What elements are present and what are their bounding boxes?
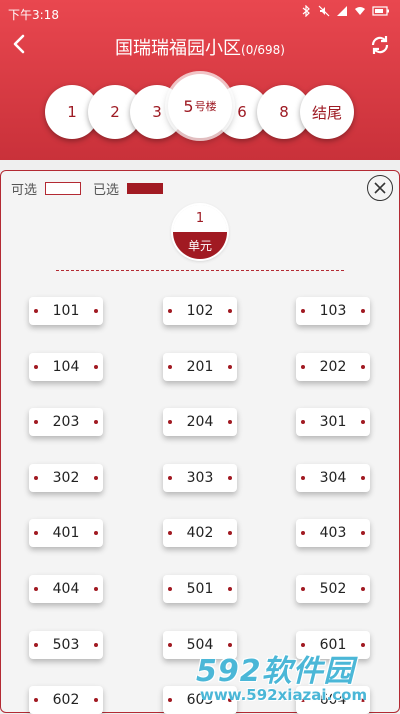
room-button[interactable]: 304 xyxy=(296,463,370,492)
room-button[interactable]: 403 xyxy=(296,519,370,548)
title-bar: 国瑞瑞福园小区(0/698) xyxy=(0,28,400,64)
room-button[interactable]: 603 xyxy=(163,686,237,714)
room-button[interactable]: 204 xyxy=(163,408,237,437)
active-building-number: 5 xyxy=(183,96,194,116)
close-icon xyxy=(374,182,386,194)
room-button[interactable]: 302 xyxy=(29,463,103,492)
page-title: 国瑞瑞福园小区(0/698) xyxy=(0,34,400,60)
community-name: 国瑞瑞福园小区 xyxy=(115,38,242,59)
status-icons xyxy=(300,5,390,17)
wifi-icon xyxy=(355,7,365,15)
legend-available-swatch xyxy=(45,182,82,195)
unit-selector[interactable]: 1 单元 xyxy=(173,205,227,259)
status-bar: 下午3:18 xyxy=(0,0,400,26)
signal-icon xyxy=(337,6,347,16)
room-button[interactable]: 503 xyxy=(29,630,103,659)
room-button[interactable]: 401 xyxy=(29,519,103,548)
header-bar: 下午3:18 国瑞瑞福园小区(0/698) 1 2 3 6 8 结尾 5 号楼 xyxy=(0,0,400,160)
mute-icon xyxy=(318,5,330,17)
room-button[interactable]: 502 xyxy=(296,575,370,603)
status-time: 下午3:18 xyxy=(8,8,59,22)
bluetooth-icon xyxy=(302,5,310,17)
legend: 可选 已选 xyxy=(11,179,164,198)
divider xyxy=(56,270,344,271)
legend-available-label: 可选 xyxy=(11,183,38,198)
room-button[interactable]: 202 xyxy=(296,352,370,381)
unit-number: 1 xyxy=(173,205,227,232)
close-button[interactable] xyxy=(367,175,393,201)
room-button[interactable]: 601 xyxy=(296,630,370,659)
room-button[interactable]: 301 xyxy=(296,408,370,437)
room-button[interactable]: 404 xyxy=(29,575,103,603)
room-button[interactable]: 604 xyxy=(296,686,370,714)
room-button[interactable]: 103 xyxy=(296,297,370,325)
building-5-active[interactable]: 5 号楼 xyxy=(168,74,232,138)
active-building-unit: 号楼 xyxy=(194,100,217,113)
battery-icon xyxy=(372,6,389,16)
room-button[interactable]: 102 xyxy=(163,297,237,325)
room-button[interactable]: 501 xyxy=(163,575,237,603)
unit-label: 单元 xyxy=(173,232,227,259)
legend-selected-label: 已选 xyxy=(93,183,120,198)
room-button[interactable]: 402 xyxy=(163,519,237,548)
room-button[interactable]: 203 xyxy=(29,408,103,437)
building-end[interactable]: 结尾 xyxy=(300,85,354,139)
selection-count: (0/698) xyxy=(241,43,285,57)
refresh-icon[interactable] xyxy=(368,33,392,57)
room-panel: 可选 已选 1 单元 101 102 103 104 201 202 203 204 301 30… xyxy=(0,170,400,714)
legend-selected-swatch xyxy=(127,183,164,194)
room-button[interactable]: 602 xyxy=(29,686,103,714)
room-button[interactable]: 201 xyxy=(163,352,237,381)
room-button[interactable]: 303 xyxy=(163,463,237,492)
room-button[interactable]: 101 xyxy=(29,297,103,325)
room-button[interactable]: 504 xyxy=(163,630,237,659)
room-button[interactable]: 104 xyxy=(29,352,103,381)
